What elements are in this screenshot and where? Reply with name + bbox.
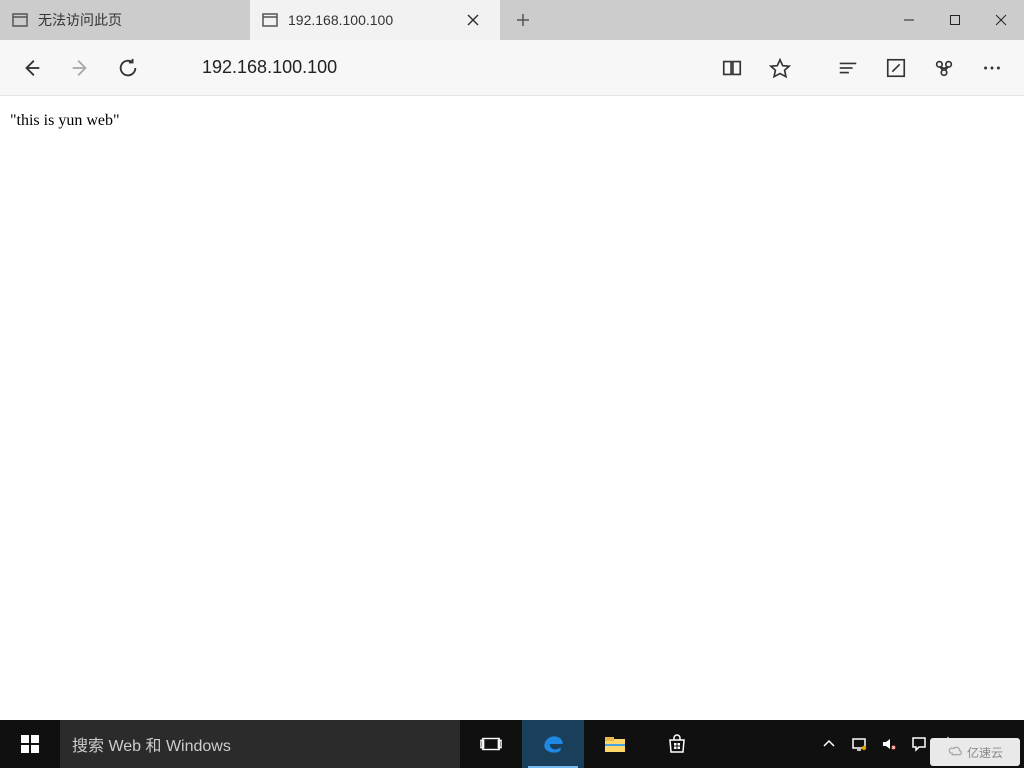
close-tab-button[interactable] xyxy=(458,5,488,35)
watermark: 亿速云 xyxy=(930,738,1020,766)
taskbar: 搜索 Web 和 Windows 中 22:13 xyxy=(0,720,1024,768)
page-icon xyxy=(12,12,28,28)
tab-inactive[interactable]: 无法访问此页 xyxy=(0,0,250,40)
tab-label: 192.168.100.100 xyxy=(288,12,393,28)
search-placeholder: 搜索 Web 和 Windows xyxy=(72,732,231,756)
hub-button[interactable] xyxy=(824,44,872,92)
url-input[interactable] xyxy=(202,57,708,78)
task-view-button[interactable] xyxy=(460,720,522,768)
page-text: "this is yun web" xyxy=(10,112,120,129)
back-button[interactable] xyxy=(8,44,56,92)
toolbar xyxy=(0,40,1024,96)
web-note-button[interactable] xyxy=(872,44,920,92)
favorites-button[interactable] xyxy=(756,44,804,92)
minimize-button[interactable] xyxy=(886,0,932,40)
watermark-text: 亿速云 xyxy=(967,744,1003,761)
titlebar: 无法访问此页 192.168.100.100 xyxy=(0,0,1024,40)
reading-view-button[interactable] xyxy=(708,44,756,92)
page-icon xyxy=(262,12,278,28)
tab-active[interactable]: 192.168.100.100 xyxy=(250,0,500,40)
start-button[interactable] xyxy=(0,720,60,768)
tray-chevron-up-icon[interactable] xyxy=(814,720,844,768)
forward-button[interactable] xyxy=(56,44,104,92)
taskbar-app-explorer[interactable] xyxy=(584,720,646,768)
address-bar[interactable] xyxy=(152,57,708,78)
page-content: "this is yun web" xyxy=(0,96,1024,720)
refresh-button[interactable] xyxy=(104,44,152,92)
taskbar-search[interactable]: 搜索 Web 和 Windows xyxy=(60,720,460,768)
taskbar-app-edge[interactable] xyxy=(522,720,584,768)
tab-label: 无法访问此页 xyxy=(38,10,122,30)
tray-network-icon[interactable] xyxy=(844,720,874,768)
taskbar-app-store[interactable] xyxy=(646,720,708,768)
titlebar-drag-area[interactable] xyxy=(545,0,886,40)
more-button[interactable] xyxy=(968,44,1016,92)
maximize-button[interactable] xyxy=(932,0,978,40)
close-window-button[interactable] xyxy=(978,0,1024,40)
share-button[interactable] xyxy=(920,44,968,92)
tray-volume-icon[interactable] xyxy=(874,720,904,768)
new-tab-button[interactable] xyxy=(500,0,545,40)
